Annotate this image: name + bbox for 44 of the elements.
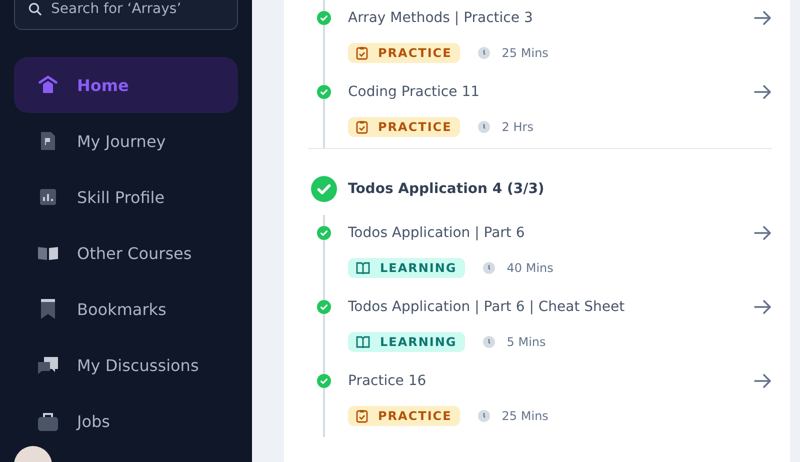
- nav-item[interactable]: My Discussions: [14, 337, 238, 393]
- nav-item[interactable]: Home: [14, 57, 238, 113]
- duration-text: 40 Mins: [506, 261, 554, 275]
- nav-item[interactable]: Other Courses: [14, 225, 238, 281]
- chat-icon: [37, 354, 59, 376]
- duration-text: 25 Mins: [502, 409, 548, 423]
- lesson-title[interactable]: Practice 16: [348, 373, 426, 389]
- duration-text: 5 Mins: [506, 335, 546, 349]
- lesson-title[interactable]: Array Methods | Practice 3: [348, 10, 533, 26]
- search-icon: [28, 2, 42, 16]
- bar-chart-icon: [37, 186, 59, 208]
- lesson-type-tag: LEARNING: [348, 258, 465, 278]
- lesson-type-tag: LEARNING: [348, 332, 465, 352]
- clock-icon: [482, 336, 495, 348]
- clipboard-check-icon: [356, 409, 368, 423]
- module-title: Todos Application 4 (3/3): [348, 181, 544, 197]
- book-icon: [356, 336, 370, 348]
- lesson-title[interactable]: Todos Application | Part 6 | Cheat Sheet: [348, 299, 625, 315]
- book-icon: [356, 262, 370, 274]
- nav-item[interactable]: Skill Profile: [14, 169, 238, 225]
- home-icon: [37, 74, 59, 96]
- duration-text: 25 Mins: [502, 46, 548, 60]
- arrow-right-icon[interactable]: [754, 10, 772, 26]
- nav-item[interactable]: Bookmarks: [14, 281, 238, 337]
- clock-icon: [478, 121, 490, 133]
- lesson-type-tag: PRACTICE: [348, 406, 460, 426]
- arrow-right-icon[interactable]: [754, 225, 772, 241]
- clipboard-check-icon: [356, 46, 368, 60]
- clock-icon: [478, 47, 490, 59]
- lesson-title[interactable]: Todos Application | Part 6: [348, 225, 525, 241]
- briefcase-icon: [37, 410, 59, 432]
- lesson-type-tag: PRACTICE: [348, 117, 460, 137]
- arrow-right-icon[interactable]: [754, 373, 772, 389]
- lesson-type-tag: PRACTICE: [348, 43, 460, 63]
- arrow-right-icon[interactable]: [754, 299, 772, 315]
- clock-icon: [482, 262, 495, 274]
- duration-text: 2 Hrs: [502, 120, 534, 134]
- search-field[interactable]: Search for ‘Arrays’: [14, 0, 238, 30]
- clipboard-check-icon: [356, 120, 368, 134]
- nav-item[interactable]: Jobs: [14, 393, 238, 449]
- lesson-title[interactable]: Coding Practice 11: [348, 84, 480, 100]
- nav-item[interactable]: My Journey: [14, 113, 238, 169]
- arrow-right-icon[interactable]: [754, 84, 772, 100]
- clock-icon: [478, 410, 490, 422]
